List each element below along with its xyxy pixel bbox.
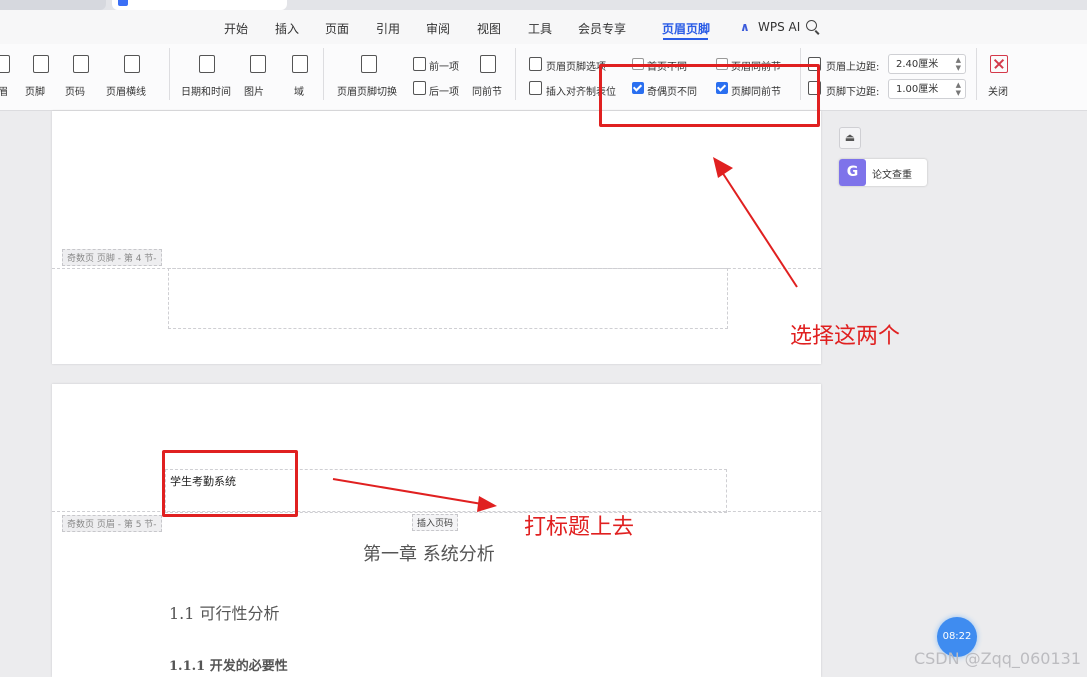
watermark: CSDN @Zqq_060131 — [913, 649, 1081, 668]
annotation-arrows — [332, 157, 798, 512]
annotation-select-two: 选择这两个 — [790, 324, 901, 349]
annotation-title-here: 打标题上去 — [524, 515, 635, 540]
arrow-to-header — [332, 478, 483, 505]
arrow-to-checkboxes — [721, 171, 798, 288]
arrowhead-icon — [477, 496, 497, 512]
